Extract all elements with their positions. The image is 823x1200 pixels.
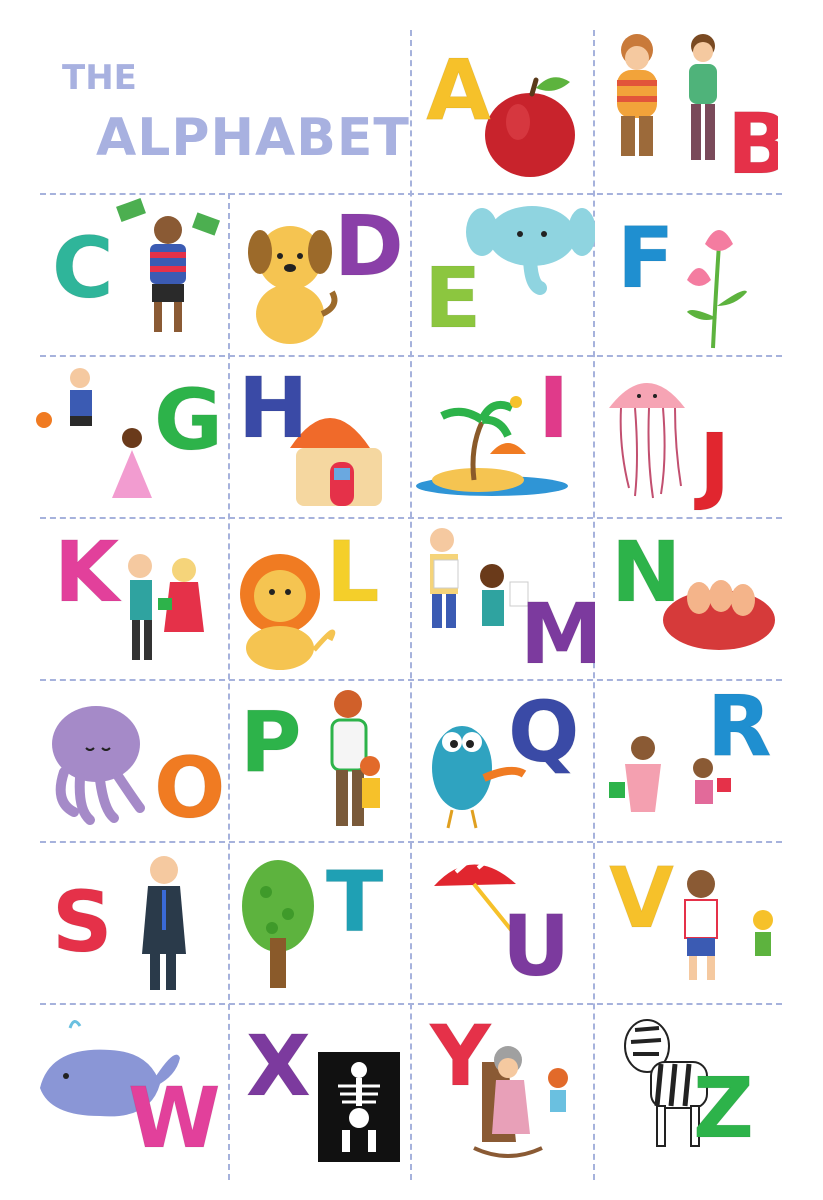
letter-card-l: L	[230, 520, 413, 682]
title-line-1: THE	[62, 58, 137, 98]
letter-card-e: E	[412, 196, 595, 358]
letter-card-j: J	[595, 358, 778, 520]
letter-k: K	[53, 523, 120, 621]
letter-e: E	[423, 249, 482, 347]
letter-d: D	[334, 197, 405, 295]
letter-card-q: Q	[412, 682, 595, 844]
letter-x: X	[246, 1017, 312, 1115]
letter-z: Z	[693, 1059, 755, 1157]
letter-f: F	[616, 209, 675, 307]
letter-card-p: P	[230, 682, 413, 844]
letter-card-d: D	[230, 196, 413, 358]
letter-u: U	[501, 897, 571, 995]
letter-n: N	[610, 523, 682, 621]
letter-card-k: K	[44, 520, 227, 682]
letter-card-s: S	[44, 844, 227, 1006]
letter-o: O	[153, 739, 226, 837]
letter-q: Q	[507, 683, 580, 781]
letter-card-z: Z	[595, 1006, 778, 1168]
letter-card-a: A	[412, 30, 595, 192]
letter-card-i: I	[412, 358, 595, 520]
letter-card-v: V	[595, 844, 778, 1006]
letter-j: J	[698, 415, 731, 513]
letter-l: L	[326, 523, 381, 621]
letter-g: G	[154, 371, 224, 469]
letter-card-u: U	[412, 844, 595, 1006]
letter-w: W	[128, 1069, 222, 1167]
letter-i: I	[537, 359, 570, 457]
letter-card-o: O	[44, 682, 227, 844]
letter-card-h: H	[230, 358, 413, 520]
letter-b: B	[726, 95, 778, 192]
letter-card-x: X	[230, 1006, 413, 1168]
title-line-2: ALPHABET	[96, 108, 410, 168]
letter-card-m: M	[412, 520, 595, 682]
letter-card-f: F	[595, 196, 778, 358]
letter-card-c: C	[44, 196, 227, 358]
tree-icon	[242, 860, 314, 988]
letter-p: P	[240, 693, 303, 791]
letter-card-g: G	[30, 358, 226, 520]
lion-icon	[240, 554, 336, 670]
letter-card-b: B	[595, 30, 778, 192]
letter-card-r: R	[595, 682, 778, 844]
title-block: THE ALPHABET	[40, 30, 410, 192]
letter-c: C	[52, 219, 115, 317]
letter-h: H	[237, 359, 309, 457]
letter-a: A	[425, 41, 492, 139]
letter-card-t: T	[230, 844, 413, 1006]
letter-m: M	[520, 585, 595, 682]
jellyfish-icon	[609, 383, 685, 499]
letter-card-w: W	[30, 1006, 226, 1168]
letter-t: T	[325, 853, 384, 951]
letter-y: Y	[430, 1007, 492, 1105]
letter-v: V	[608, 849, 675, 947]
letter-card-y: Y	[412, 1006, 595, 1168]
letter-r: R	[707, 682, 773, 775]
letter-card-n: N	[595, 520, 778, 682]
letter-s: S	[52, 873, 113, 971]
alphabet-poster: THE ALPHABET A B C D E F G H I J K L M N…	[0, 0, 823, 1200]
